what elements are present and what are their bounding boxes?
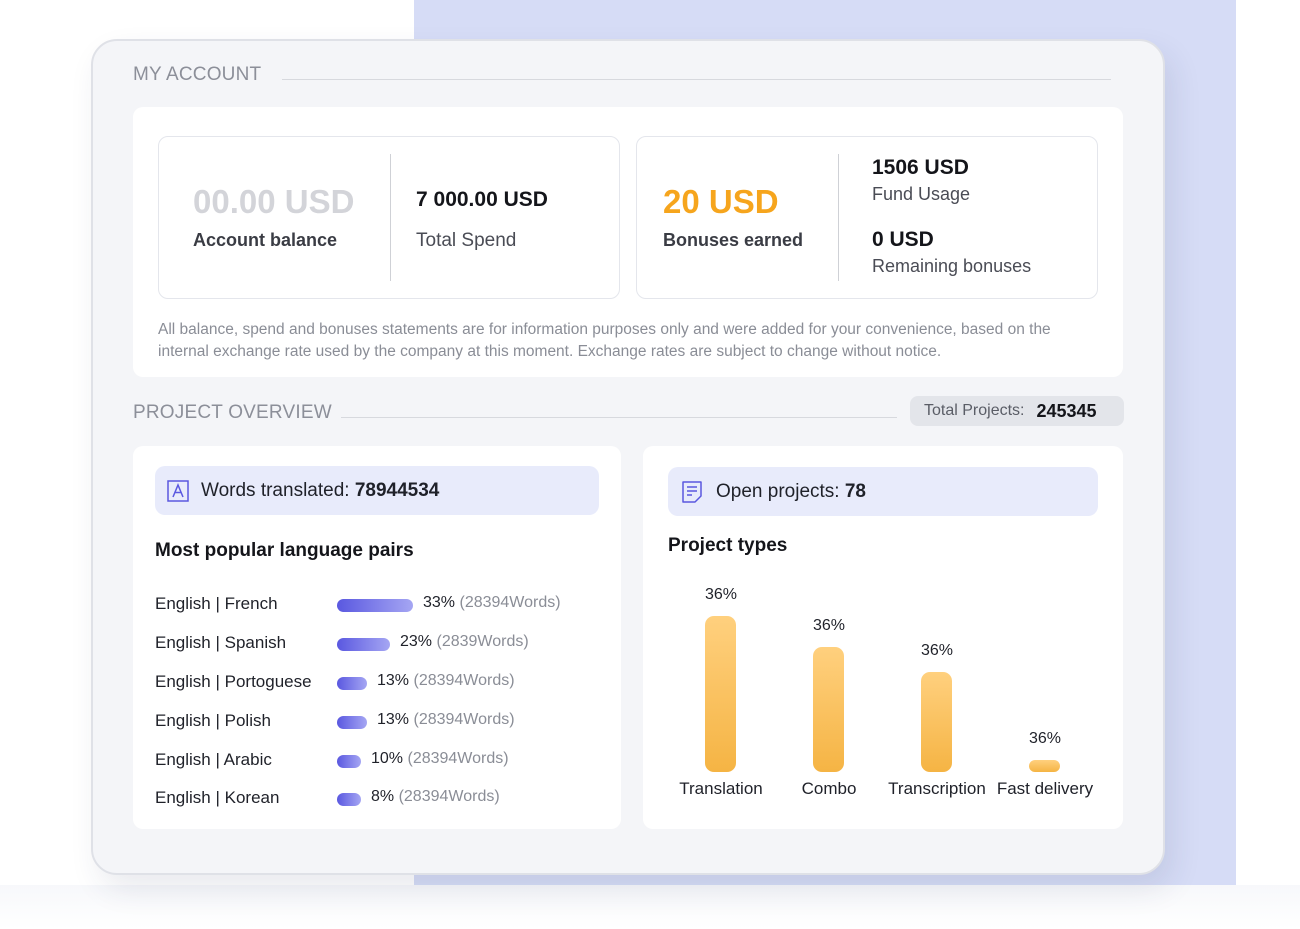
- language-pair-words: (28394Words): [413, 711, 515, 728]
- remaining-bonuses-value: 0 USD: [872, 228, 934, 251]
- language-pair-bar: [337, 755, 361, 768]
- language-pair-pct: 13%: [377, 711, 410, 728]
- project-type-pct: 36%: [812, 617, 846, 634]
- section-divider: [341, 417, 897, 418]
- project-overview-title: PROJECT OVERVIEW: [133, 402, 332, 423]
- words-translated-value: 78944534: [354, 479, 440, 501]
- project-type-column: 36%: [985, 730, 1105, 772]
- language-pairs-title: Most popular language pairs: [155, 540, 414, 561]
- bonuses-earned-value: 20 USD: [663, 183, 779, 220]
- document-lines-icon: [680, 480, 704, 504]
- language-pair-name: English | Spanish: [155, 633, 287, 652]
- language-pair-words: (28394Words): [398, 788, 500, 805]
- language-pair-bar: [337, 638, 390, 651]
- language-pair-words: (28394Words): [459, 594, 561, 611]
- account-balance-label: Account balance: [193, 230, 338, 250]
- language-pair-row: English | Portoguese 13% (28394Words): [155, 672, 605, 696]
- background-fade: [0, 885, 1300, 929]
- language-pair-row: English | Arabic 10% (28394Words): [155, 750, 605, 774]
- language-pair-words: (28394Words): [407, 750, 509, 767]
- language-pair-pct: 10%: [371, 750, 404, 767]
- language-pair-pct: 33%: [423, 594, 456, 611]
- section-divider: [282, 79, 1111, 80]
- fund-usage-value: 1506 USD: [872, 156, 969, 179]
- exchange-rate-note: All balance, spend and bonuses statement…: [158, 321, 1051, 360]
- language-pair-pct: 23%: [400, 633, 433, 650]
- language-pair-row: English | Polish 13% (28394Words): [155, 711, 605, 735]
- total-spend-value: 7 000.00 USD: [416, 188, 548, 211]
- language-pair-bar: [337, 599, 413, 612]
- my-account-title: MY ACCOUNT: [133, 64, 262, 85]
- project-type-column: 36%: [877, 642, 997, 772]
- language-pair-stat: 13% (28394Words): [377, 672, 515, 690]
- language-pair-name: English | Portoguese: [155, 672, 312, 691]
- bonuses-earned-label: Bonuses earned: [663, 230, 804, 250]
- project-type-label: Transcription: [888, 779, 986, 798]
- remaining-bonuses-label: Remaining bonuses: [872, 256, 1032, 276]
- project-type-pct: 36%: [704, 586, 738, 603]
- project-type-label: Fast delivery: [996, 779, 1094, 798]
- project-type-column: 36%: [769, 617, 889, 772]
- project-type-label: Combo: [801, 779, 857, 798]
- open-projects-value: 78: [844, 480, 866, 502]
- language-pair-bar: [337, 793, 361, 806]
- project-types-title: Project types: [668, 535, 788, 556]
- language-pair-words: (2839Words): [436, 633, 529, 650]
- language-pair-stat: 13% (28394Words): [377, 711, 515, 729]
- project-type-label: Translation: [679, 779, 763, 798]
- language-pair-stat: 33% (28394Words): [423, 594, 561, 612]
- language-pair-pct: 13%: [377, 672, 410, 689]
- language-pair-pct: 8%: [371, 788, 395, 805]
- language-pair-bar: [337, 716, 367, 729]
- open-projects-bar: Open projects: 78: [668, 467, 1098, 516]
- language-pair-bar: [337, 677, 367, 690]
- project-type-column: 36%: [661, 586, 781, 772]
- words-translated-label: Words translated:: [201, 479, 350, 501]
- account-balance-value: 00.00 USD: [193, 183, 355, 220]
- language-pair-name: English | Polish: [155, 711, 271, 730]
- open-projects-label: Open projects:: [716, 480, 840, 502]
- language-pair-row: English | Korean 8% (28394Words): [155, 788, 605, 812]
- project-type-pct: 36%: [1028, 730, 1062, 747]
- panel-divider: [390, 154, 391, 281]
- project-type-pct: 36%: [920, 642, 954, 659]
- project-type-bar: [921, 672, 952, 772]
- project-type-bar: [705, 616, 736, 772]
- language-pair-stat: 23% (2839Words): [400, 633, 529, 651]
- translate-letter-icon: [167, 479, 189, 502]
- language-pair-words: (28394Words): [413, 672, 515, 689]
- panel-divider: [838, 154, 839, 281]
- language-pair-name: English | French: [155, 594, 278, 613]
- total-projects-label: Total Projects:: [924, 402, 1025, 419]
- words-translated-bar: Words translated: 78944534: [155, 466, 599, 515]
- total-spend-label: Total Spend: [416, 230, 517, 251]
- fund-usage-label: Fund Usage: [872, 184, 971, 204]
- language-pair-name: English | Arabic: [155, 750, 272, 769]
- language-pair-stat: 8% (28394Words): [371, 788, 500, 806]
- language-pair-stat: 10% (28394Words): [371, 750, 509, 768]
- total-projects-value: 245345: [1036, 400, 1097, 421]
- language-pair-row: English | Spanish 23% (2839Words): [155, 633, 605, 657]
- language-pair-name: English | Korean: [155, 788, 280, 807]
- project-type-bar: [813, 647, 844, 772]
- project-type-bar: [1029, 760, 1060, 772]
- total-projects-badge: Total Projects: 245345: [910, 396, 1124, 426]
- language-pair-row: English | French 33% (28394Words): [155, 594, 605, 618]
